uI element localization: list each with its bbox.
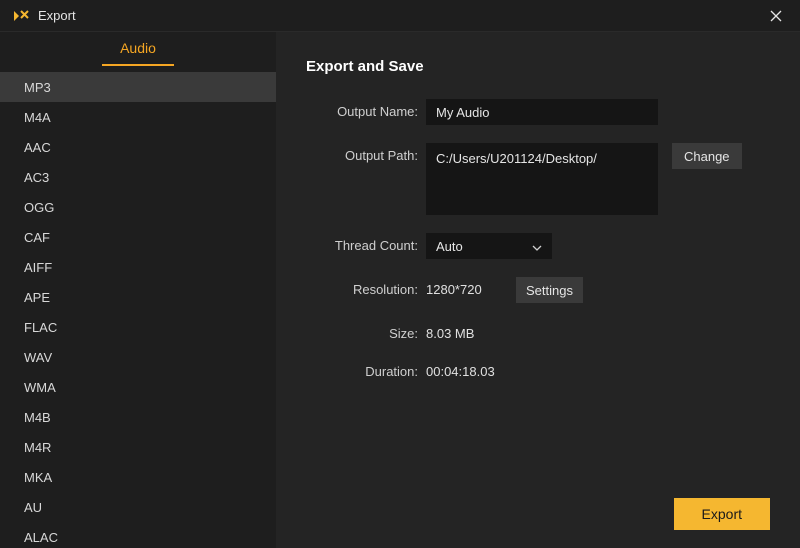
label-duration: Duration: <box>306 359 426 379</box>
format-item-wma[interactable]: WMA <box>0 372 276 402</box>
export-button[interactable]: Export <box>674 498 770 530</box>
row-duration: Duration: 00:04:18.03 <box>306 359 770 379</box>
format-item-m4b[interactable]: M4B <box>0 402 276 432</box>
format-item-flac[interactable]: FLAC <box>0 312 276 342</box>
label-resolution: Resolution: <box>306 277 426 297</box>
titlebar: Export <box>0 0 800 32</box>
size-value: 8.03 MB <box>426 321 474 341</box>
change-button[interactable]: Change <box>672 143 742 169</box>
sidebar-tabs: Audio <box>0 32 276 66</box>
window-title: Export <box>38 8 76 23</box>
format-item-ogg[interactable]: OGG <box>0 192 276 222</box>
main-panel: Export and Save Output Name: Output Path… <box>276 32 800 548</box>
format-item-aac[interactable]: AAC <box>0 132 276 162</box>
format-item-m4a[interactable]: M4A <box>0 102 276 132</box>
row-output-path: Output Path: C:/Users/U201124/Desktop/ C… <box>306 143 770 215</box>
sidebar: Audio MP3M4AAACAC3OGGCAFAIFFAPEFLACWAVWM… <box>0 32 276 548</box>
row-size: Size: 8.03 MB <box>306 321 770 341</box>
row-thread-count: Thread Count: Auto <box>306 233 770 259</box>
format-item-alac[interactable]: ALAC <box>0 522 276 548</box>
format-item-m4r[interactable]: M4R <box>0 432 276 462</box>
format-item-aiff[interactable]: AIFF <box>0 252 276 282</box>
format-item-mp3[interactable]: MP3 <box>0 72 276 102</box>
label-size: Size: <box>306 321 426 341</box>
app-logo-icon <box>12 7 30 25</box>
format-list[interactable]: MP3M4AAACAC3OGGCAFAIFFAPEFLACWAVWMAM4BM4… <box>0 72 276 548</box>
output-name-input[interactable] <box>426 99 658 125</box>
format-item-mka[interactable]: MKA <box>0 462 276 492</box>
row-resolution: Resolution: 1280*720 Settings <box>306 277 770 303</box>
main-heading: Export and Save <box>306 58 770 75</box>
thread-count-select[interactable]: Auto <box>426 233 552 259</box>
tab-audio[interactable]: Audio <box>102 34 174 66</box>
format-item-wav[interactable]: WAV <box>0 342 276 372</box>
format-item-au[interactable]: AU <box>0 492 276 522</box>
format-item-caf[interactable]: CAF <box>0 222 276 252</box>
close-button[interactable] <box>764 4 788 28</box>
chevron-down-icon <box>532 239 542 254</box>
label-output-path: Output Path: <box>306 143 426 163</box>
label-output-name: Output Name: <box>306 99 426 119</box>
format-item-ac3[interactable]: AC3 <box>0 162 276 192</box>
label-thread-count: Thread Count: <box>306 233 426 253</box>
format-item-ape[interactable]: APE <box>0 282 276 312</box>
settings-button[interactable]: Settings <box>516 277 583 303</box>
window-body: Audio MP3M4AAACAC3OGGCAFAIFFAPEFLACWAVWM… <box>0 32 800 548</box>
duration-value: 00:04:18.03 <box>426 359 495 379</box>
row-output-name: Output Name: <box>306 99 770 125</box>
output-path-box[interactable]: C:/Users/U201124/Desktop/ <box>426 143 658 215</box>
close-icon <box>770 10 782 22</box>
export-window: Export Audio MP3M4AAACAC3OGGCAFAIFFAPEFL… <box>0 0 800 548</box>
resolution-value: 1280*720 <box>426 277 498 297</box>
thread-count-value: Auto <box>436 239 463 254</box>
